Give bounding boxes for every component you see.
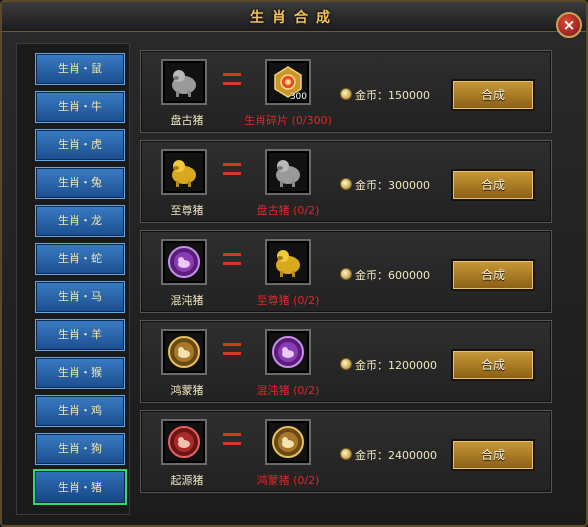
recipe-row: 鸿蒙猪 混沌猪 (0/2) 金币：1200000 合成 [140,320,552,403]
grey-pig-icon [276,160,300,187]
material-slot[interactable] [265,149,311,195]
synthesize-button[interactable]: 合成 [451,439,535,471]
sidebar-item-rabbit[interactable]: 生肖・兔 [35,167,125,199]
sidebar-item-rat[interactable]: 生肖・鼠 [35,53,125,85]
synthesize-button[interactable]: 合成 [451,169,535,201]
result-slot[interactable] [161,419,207,465]
close-button[interactable]: × [556,12,582,38]
equals-icon [223,253,241,267]
equals-icon [223,73,241,87]
material-slot[interactable]: 300 [265,59,311,105]
purple-pig-orb-icon [272,336,304,368]
coin-icon [340,448,352,460]
result-slot[interactable] [161,59,207,105]
red-pig-orb-icon [168,426,200,458]
title-bar: 生肖合成 [2,2,586,32]
material-name: 生肖碎片 (0/300) [244,114,332,127]
gold-pig-icon [276,250,300,277]
recipe-row: 至尊猪 盘古猪 (0/2) 金币：300000 合成 [140,140,552,223]
cost-label: 金币：300000 [355,179,430,192]
sidebar-item-monkey[interactable]: 生肖・猴 [35,357,125,389]
zodiac-sidebar: 生肖・鼠 生肖・牛 生肖・虎 生肖・兔 生肖・龙 生肖・蛇 生肖・马 生肖・羊 … [16,43,130,515]
coin-icon [340,178,352,190]
material-slot[interactable] [265,329,311,375]
cost-label: 金币：600000 [355,269,430,282]
recipe-row: 混沌猪 至尊猪 (0/2) 金币：600000 合成 [140,230,552,313]
result-name: 起源猪 [170,474,204,487]
material-slot[interactable] [265,239,311,285]
sidebar-item-snake[interactable]: 生肖・蛇 [35,243,125,275]
result-slot[interactable] [161,149,207,195]
coin-icon [340,358,352,370]
sidebar-item-horse[interactable]: 生肖・马 [35,281,125,313]
result-name: 盘古猪 [170,114,204,127]
material-name: 至尊猪 (0/2) [256,294,320,307]
synthesize-button[interactable]: 合成 [451,259,535,291]
sidebar-item-pig[interactable]: 生肖・猪 [33,469,127,505]
coin-icon [340,88,352,100]
equals-icon [223,343,241,357]
recipe-row: 300 盘古猪 生肖碎片 (0/300) 金币：150000 合成 [140,50,552,133]
cost-label: 金币：1200000 [355,359,437,372]
material-slot[interactable] [265,419,311,465]
result-name: 混沌猪 [170,294,204,307]
gold-pig-orb-icon [272,426,304,458]
coin-icon [340,268,352,280]
result-slot[interactable] [161,329,207,375]
sidebar-item-goat[interactable]: 生肖・羊 [35,319,125,351]
equals-icon [223,163,241,177]
gold-pig-icon [172,160,196,187]
purple-pig-orb-icon [168,246,200,278]
material-name: 盘古猪 (0/2) [256,204,320,217]
synthesize-button[interactable]: 合成 [451,79,535,111]
result-slot[interactable] [161,239,207,285]
recipe-row: 起源猪 鸿蒙猪 (0/2) 金币：2400000 合成 [140,410,552,493]
gold-pig-orb-icon [168,336,200,368]
sidebar-item-dog[interactable]: 生肖・狗 [35,433,125,465]
cost-label: 金币：150000 [355,89,430,102]
sidebar-item-ox[interactable]: 生肖・牛 [35,91,125,123]
sidebar-item-tiger[interactable]: 生肖・虎 [35,129,125,161]
material-name: 混沌猪 (0/2) [256,384,320,397]
result-name: 至尊猪 [170,204,204,217]
sidebar-item-rooster[interactable]: 生肖・鸡 [35,395,125,427]
window-title: 生肖合成 [250,10,338,26]
synthesis-window: 生肖合成 × 生肖・鼠 生肖・牛 生肖・虎 生肖・兔 生肖・龙 生肖・蛇 生肖・… [0,0,588,527]
result-name: 鸿蒙猪 [170,384,204,397]
material-count: 300 [289,92,307,102]
equals-icon [223,433,241,447]
material-name: 鸿蒙猪 (0/2) [256,474,320,487]
synthesize-button[interactable]: 合成 [451,349,535,381]
cost-label: 金币：2400000 [355,449,437,462]
grey-pig-icon [172,70,196,97]
sidebar-item-dragon[interactable]: 生肖・龙 [35,205,125,237]
